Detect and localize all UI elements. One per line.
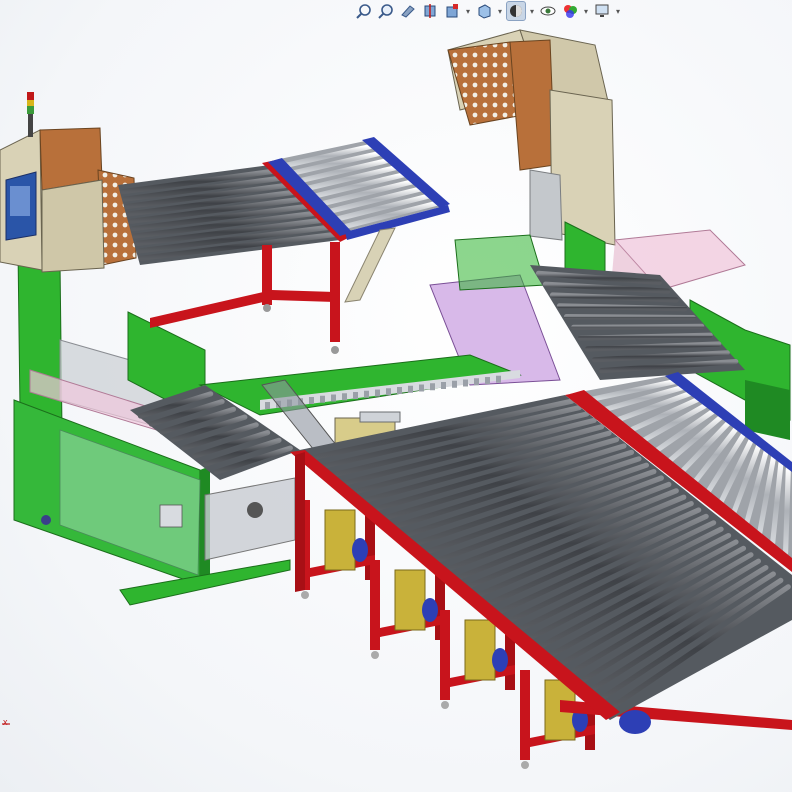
roller [782, 466, 791, 556]
hide-show-items-button[interactable] [538, 1, 558, 21]
graphics-area[interactable]: ▾ ▾ ▾ ▾ ▾ x [0, 0, 792, 792]
rack-tooth [375, 389, 380, 397]
roller [563, 314, 696, 321]
view-orientation-icon [478, 4, 491, 19]
motor [352, 538, 368, 562]
motor [492, 648, 508, 672]
assembly-model[interactable] [0, 0, 792, 792]
roller [556, 303, 688, 312]
zoom-to-area-icon [378, 4, 393, 19]
rack-tooth [441, 382, 446, 389]
leveling-foot [441, 701, 449, 709]
rack-tooth [474, 378, 479, 386]
zoom-to-area-button[interactable] [376, 1, 396, 21]
view-orientation-button[interactable] [474, 1, 494, 21]
display-style-button[interactable] [506, 1, 526, 21]
rack-tooth [320, 395, 325, 403]
section-view-button[interactable] [420, 1, 440, 21]
rack-tooth [463, 379, 468, 387]
edit-appearance-icon [564, 5, 577, 18]
leveling-foot [371, 651, 379, 659]
previous-view-button[interactable] [398, 1, 418, 21]
display-style-icon [510, 5, 522, 17]
rack-tooth [430, 383, 435, 391]
edit-appearance-button[interactable] [560, 1, 580, 21]
leveling-foot [521, 761, 529, 769]
rack-tooth [485, 377, 490, 384]
dropdown-arrow-icon[interactable]: ▾ [464, 1, 472, 21]
zoom-to-fit-icon [356, 4, 371, 19]
rack-tooth [353, 392, 358, 399]
rack-tooth [331, 394, 336, 402]
rack-tooth [496, 375, 501, 383]
view-settings-icon [595, 4, 609, 17]
rack-tooth [265, 402, 270, 409]
view-settings-button[interactable] [592, 1, 612, 21]
leveling-foot [301, 591, 309, 599]
dropdown-arrow-icon[interactable]: ▾ [496, 1, 504, 21]
rack-tooth [408, 385, 413, 393]
zoom-to-fit-button[interactable] [354, 1, 374, 21]
heads-up-view-toolbar: ▾ ▾ ▾ ▾ ▾ [354, 0, 622, 22]
rack-tooth [342, 393, 347, 401]
rack-tooth [386, 388, 391, 396]
drive-unit [324, 509, 356, 571]
drive-unit [394, 569, 426, 631]
triad-x-label: x [3, 717, 8, 727]
dynamic-annotation-icon [446, 4, 458, 18]
dropdown-arrow-icon[interactable]: ▾ [582, 1, 590, 21]
dynamic-annotation-button[interactable] [442, 1, 462, 21]
left-inspection-machine[interactable] [0, 92, 210, 586]
section-view-icon [424, 4, 436, 18]
motor [422, 598, 438, 622]
roller [570, 323, 705, 330]
rack-tooth [364, 390, 369, 398]
rack-tooth [452, 380, 457, 388]
roller [577, 332, 713, 341]
reference-triad: x [0, 708, 16, 738]
rack-tooth [309, 397, 314, 404]
previous-view-icon [401, 5, 415, 18]
rack-tooth [397, 387, 402, 394]
motor [619, 710, 651, 734]
drive-unit [464, 619, 496, 681]
dropdown-arrow-icon[interactable]: ▾ [528, 1, 536, 21]
dropdown-arrow-icon[interactable]: ▾ [614, 1, 622, 21]
hide-show-items-icon [540, 6, 556, 16]
rack-tooth [419, 384, 424, 392]
